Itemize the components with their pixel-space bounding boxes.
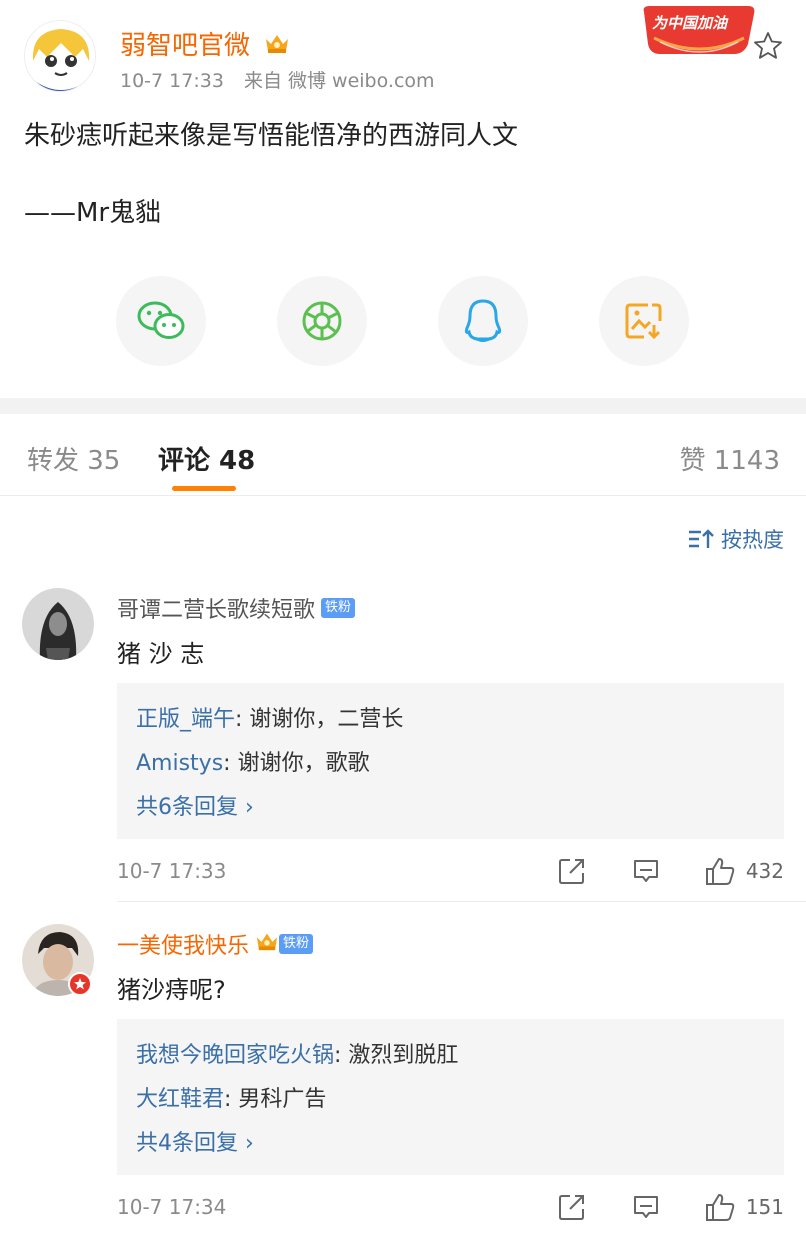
promo-badge-text: 为中国加油 xyxy=(652,14,728,32)
reply-user[interactable]: 我想今晚回家吃火锅 xyxy=(136,1043,334,1068)
reply-text: : 谢谢你，二营长 xyxy=(235,707,404,732)
commenter-name[interactable]: 哥谭二营长歌续短歌 铁粉 xyxy=(117,592,356,624)
comment-text: 猪沙痔呢? xyxy=(117,976,226,1004)
reply-preview[interactable]: 我想今晚回家吃火锅: 激烈到脱肛 大红鞋君: 男科广告 共4条回复 › xyxy=(117,1019,784,1175)
promo-badge[interactable]: 为中国加油 xyxy=(640,4,758,58)
reply-line: Amistys: 谢谢你，歌歌 xyxy=(136,745,370,777)
save-image-button[interactable] xyxy=(599,276,689,366)
reply-line: 大红鞋君: 男科广告 xyxy=(136,1081,326,1113)
commenter-name-label[interactable]: 一美使我快乐 xyxy=(117,928,249,960)
tab-likes[interactable]: 赞 1143 xyxy=(680,440,780,477)
tab-repost[interactable]: 转发 35 xyxy=(27,440,120,477)
tab-comments[interactable]: 评论 48 xyxy=(158,440,255,477)
post-signature: ——Mr鬼貀 xyxy=(24,198,162,228)
reply-button[interactable] xyxy=(632,858,660,884)
commenter-name-label[interactable]: 哥谭二营长歌续短歌 xyxy=(117,592,315,624)
comment-icon xyxy=(633,1196,658,1218)
more-replies-link[interactable]: 共6条回复 › xyxy=(136,789,254,821)
fan-badge: 铁粉 xyxy=(321,598,356,618)
thumbs-up-icon xyxy=(705,858,735,885)
reply-user[interactable]: 大红鞋君 xyxy=(136,1087,224,1112)
section-divider xyxy=(0,398,806,414)
post-content: 朱砂痣听起来像是写悟能悟净的西游同人文 xyxy=(24,121,519,151)
favorite-star-icon[interactable] xyxy=(752,30,784,62)
repost-icon xyxy=(558,1195,584,1220)
reply-line: 我想今晚回家吃火锅: 激烈到脱肛 xyxy=(136,1037,458,1069)
reply-line: 正版_端午: 谢谢你，二营长 xyxy=(136,701,403,733)
moments-icon xyxy=(302,301,342,341)
post-meta: 10-7 17:33 来自 微博 weibo.com xyxy=(120,66,435,93)
reply-button[interactable] xyxy=(632,1194,660,1220)
share-wechat-button[interactable] xyxy=(116,276,206,366)
wechat-icon xyxy=(137,301,185,339)
post-author-avatar[interactable] xyxy=(24,20,96,92)
share-moments-button[interactable] xyxy=(277,276,367,366)
like-count: 432 xyxy=(745,859,784,883)
reply-user[interactable]: 正版_端午 xyxy=(136,707,235,732)
reply-text: : 激烈到脱肛 xyxy=(334,1043,459,1068)
post-source: 来自 微博 weibo.com xyxy=(243,70,435,92)
repost-button[interactable] xyxy=(558,857,586,885)
commenter-avatar[interactable] xyxy=(22,924,94,996)
share-qq-button[interactable] xyxy=(438,276,528,366)
reply-text: : 男科广告 xyxy=(224,1087,327,1112)
comment-actions: 151 xyxy=(558,1192,784,1222)
like-count: 151 xyxy=(745,1195,784,1219)
active-tab-indicator xyxy=(172,486,236,491)
weibo-post: 弱智吧官微 10-7 17:33 来自 微博 weibo.com 为中国加油 朱… xyxy=(0,0,806,398)
post-time: 10-7 17:33 xyxy=(120,70,224,92)
reply-user[interactable]: Amistys xyxy=(136,751,223,776)
comment-actions: 432 xyxy=(558,856,784,886)
repost-icon xyxy=(558,859,584,884)
post-author-name[interactable]: 弱智吧官微 xyxy=(120,25,290,62)
thumbs-up-icon xyxy=(705,1194,735,1221)
sort-label: 按热度 xyxy=(721,528,784,552)
sort-icon xyxy=(689,529,714,548)
tab-bar: 转发 35 评论 48 赞 1143 xyxy=(0,414,806,496)
comment-time: 10-7 17:33 xyxy=(117,859,227,883)
like-button[interactable]: 432 xyxy=(704,856,784,886)
like-button[interactable]: 151 xyxy=(704,1192,784,1222)
reply-text: : 谢谢你，歌歌 xyxy=(223,751,370,776)
comment-time: 10-7 17:34 xyxy=(117,1195,227,1219)
vip-crown-icon xyxy=(264,31,290,62)
save-image-icon xyxy=(625,303,662,340)
qq-icon xyxy=(464,299,502,342)
comment-text: 猪 沙 志 xyxy=(117,640,205,668)
fan-badge: 铁粉 xyxy=(279,934,314,954)
verified-badge-icon xyxy=(68,972,92,996)
comment-icon xyxy=(633,860,658,882)
reply-preview[interactable]: 正版_端午: 谢谢你，二营长 Amistys: 谢谢你，歌歌 共6条回复 › xyxy=(117,683,784,839)
more-replies-link[interactable]: 共4条回复 › xyxy=(136,1125,254,1157)
vip-crown-icon xyxy=(255,930,279,958)
repost-button[interactable] xyxy=(558,1193,586,1221)
post-author-label[interactable]: 弱智吧官微 xyxy=(120,31,250,61)
comment-separator xyxy=(117,901,806,902)
commenter-name[interactable]: 一美使我快乐 铁粉 xyxy=(117,928,314,960)
sort-button[interactable]: 按热度 xyxy=(687,524,784,554)
commenter-avatar[interactable] xyxy=(22,588,94,660)
